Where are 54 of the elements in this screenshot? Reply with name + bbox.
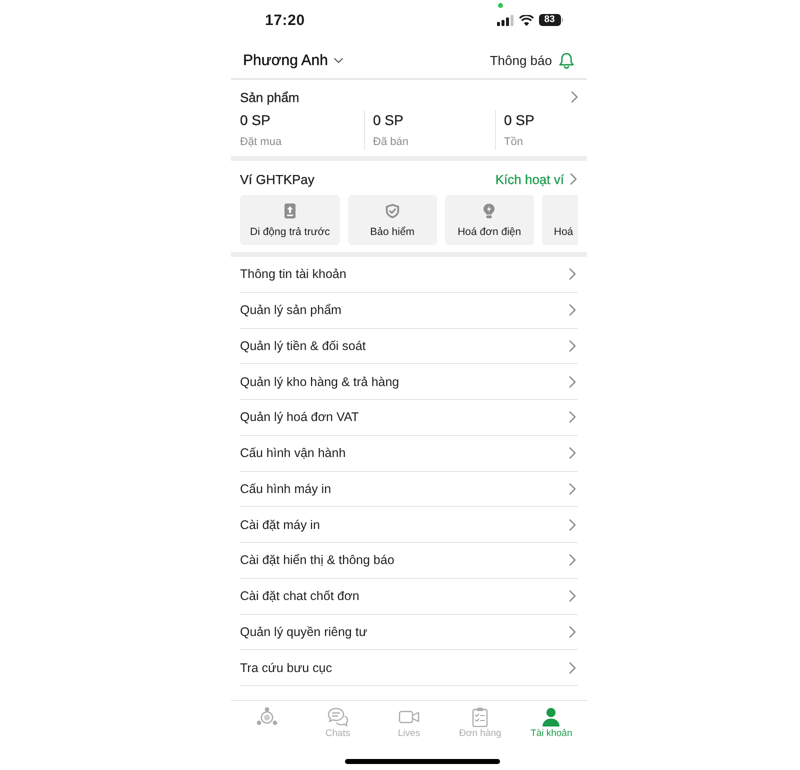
menu-item[interactable]: Cài đặt hiển thị & thông báo [240, 543, 578, 579]
chevron-down-icon [334, 58, 343, 63]
signal-icon [496, 14, 514, 26]
stat-value: 0 SP [504, 111, 536, 130]
chevron-right-icon [569, 590, 576, 602]
chevron-right-icon [570, 173, 577, 185]
bell-icon [559, 52, 574, 68]
chevron-right-icon [569, 268, 576, 280]
chevron-right-icon [569, 447, 576, 460]
chevron-right-icon [569, 340, 576, 352]
section-title: Ví GHTKPay [240, 172, 314, 186]
menu-item[interactable]: Quản lý hoá đơn VAT [240, 400, 578, 436]
menu-item[interactable]: Quản lý sản phẩm [240, 292, 578, 328]
activate-wallet-link[interactable]: Kích hoạt ví [495, 172, 578, 186]
menu-item[interactable]: Thông tin tài khoản [240, 257, 578, 293]
stat-value: 0 SP [240, 111, 272, 130]
menu-item[interactable]: Cấu hình máy in [240, 472, 578, 508]
chevron-right-icon [569, 304, 576, 316]
menu-item[interactable]: Quản lý quyền riêng tư [240, 614, 578, 650]
menu-item[interactable]: Cấu hình vận hành [240, 436, 578, 472]
menu-item[interactable]: Tra cứu bưu cục [240, 650, 578, 686]
chevron-right-icon [569, 411, 576, 424]
chevron-right-icon [569, 376, 576, 388]
service-tile[interactable]: Di động trả trước [240, 195, 340, 245]
tab-bar-item[interactable]: Tài khoản [516, 701, 587, 751]
hub-icon [256, 707, 278, 727]
chevron-right-icon [569, 554, 576, 566]
battery-indicator: 83 [538, 14, 563, 26]
status-time: 17:20 [265, 12, 305, 28]
service-tile[interactable]: Bảo hiểm [348, 195, 437, 245]
chevron-right-icon [569, 626, 576, 638]
chevron-right-icon [569, 662, 576, 674]
person-icon [540, 707, 562, 727]
service-tile[interactable]: Hoá đơn điện [444, 195, 534, 245]
section-title: Sản phẩm [240, 90, 300, 104]
shield-check-icon [384, 203, 400, 219]
chat-bubbles-icon [326, 707, 349, 727]
indicator-dot-icon [498, 3, 502, 8]
chevron-right-icon [569, 482, 576, 495]
chevron-right-icon[interactable] [571, 91, 578, 103]
menu-item[interactable]: Quản lý tiền & đối soát [240, 328, 578, 364]
stat-value: 0 SP [373, 111, 404, 130]
notifications-button[interactable]: Thông báo [490, 52, 574, 68]
menu-item[interactable]: Quản lý kho hàng & trả hàng [240, 364, 578, 400]
account-switcher[interactable]: Phương Anh [243, 52, 343, 69]
chevron-right-icon [569, 518, 576, 531]
wifi-icon [518, 14, 534, 26]
service-tile[interactable]: Hoá [542, 195, 578, 245]
stat-label: Đặt mua [240, 135, 283, 150]
stat-label: Đã bán [373, 135, 410, 150]
menu-item[interactable]: Cài đặt chat chốt đơn [240, 578, 578, 614]
menu-item[interactable]: Cài đặt máy in [240, 507, 578, 543]
stat-label: Tồn [504, 135, 524, 150]
lightbulb-icon [483, 203, 496, 219]
